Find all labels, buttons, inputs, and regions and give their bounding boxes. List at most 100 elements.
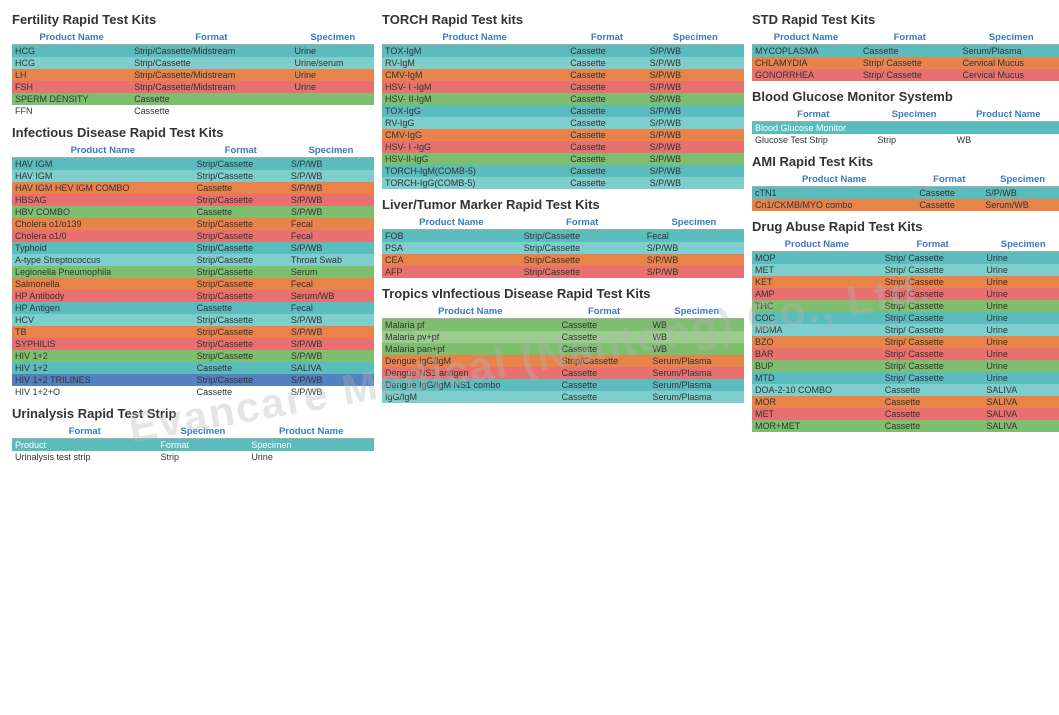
infectious-header-product: Product Name — [12, 144, 194, 158]
cell: Urine — [983, 252, 1059, 265]
torch-title: TORCH Rapid Test kits — [382, 12, 744, 27]
table-row: TOX-IgMCassetteS/P/WB — [382, 45, 744, 58]
cell: Serum/WB — [288, 290, 374, 302]
cell: MET — [752, 264, 882, 276]
tropics-header-product: Product Name — [382, 305, 559, 319]
cell: S/P/WB — [647, 81, 744, 93]
cell: Strip/Cassette/Midstream — [131, 69, 291, 81]
cell: S/P/WB — [288, 170, 374, 182]
cell: TOX-IgG — [382, 105, 567, 117]
cell: Cassette — [559, 319, 650, 332]
cell: S/P/WB — [647, 105, 744, 117]
cell: S/P/WB — [647, 129, 744, 141]
cell: Urine — [983, 276, 1059, 288]
table-row: HCGStrip/CassetteUrine/serum — [12, 57, 374, 69]
cell: SALIVA — [983, 384, 1059, 396]
table-row: Malaria pfCassetteWB — [382, 319, 744, 332]
cell: Strip/ Cassette — [860, 57, 960, 69]
torch-header-product: Product Name — [382, 31, 567, 45]
cell: Strip/ Cassette — [882, 312, 984, 324]
std-header-specimen: Specimen — [960, 31, 1059, 45]
cell: Urine — [983, 312, 1059, 324]
cell: SALIVA — [983, 420, 1059, 432]
table-row: HSV- II-IgMCassetteS/P/WB — [382, 93, 744, 105]
cell: Cassette — [131, 105, 291, 117]
cell: KET — [752, 276, 882, 288]
bg-header-format: Format — [752, 108, 875, 122]
cell: RV-IgM — [382, 57, 567, 69]
cell-specimen: Urine — [248, 451, 374, 463]
cell: FOB — [382, 230, 521, 243]
table-row: AMPStrip/ CassetteUrine — [752, 288, 1059, 300]
cell: Serum/Plasma — [960, 45, 1059, 58]
table-row: LHStrip/Cassette/MidstreamUrine — [12, 69, 374, 81]
std-header-product: Product Name — [752, 31, 860, 45]
table-row: KETStrip/ CassetteUrine — [752, 276, 1059, 288]
cell: HSV- II-IgM — [382, 93, 567, 105]
table-row: BARStrip/ CassetteUrine — [752, 348, 1059, 360]
table-row: FSHStrip/Cassette/MidstreamUrine — [12, 81, 374, 93]
cell-format: Strip — [157, 451, 248, 463]
table-row: PSAStrip/CassetteS/P/WB — [382, 242, 744, 254]
cell: Strip/Cassette — [194, 266, 288, 278]
column-2: TORCH Rapid Test kits Product Name Forma… — [378, 8, 748, 473]
cell: HP Antigen — [12, 302, 194, 314]
cell: SYPHILIS — [12, 338, 194, 350]
table-row: METCassetteSALIVA — [752, 408, 1059, 420]
cell: Urine — [983, 348, 1059, 360]
cell: Cassette — [567, 69, 646, 81]
cell: Cassette — [131, 93, 291, 105]
cell: BUP — [752, 360, 882, 372]
cell: Fecal — [288, 278, 374, 290]
infectious-title: Infectious Disease Rapid Test Kits — [12, 125, 374, 140]
table-row: Legionella PneumophilaStrip/CassetteSeru… — [12, 266, 374, 278]
cell: S/P/WB — [288, 374, 374, 386]
cell: S/P/WB — [647, 141, 744, 153]
table-row: TBStrip/CassetteS/P/WB — [12, 326, 374, 338]
cell: Strip/ Cassette — [882, 276, 984, 288]
page: Fertility Rapid Test Kits Product Name F… — [0, 0, 1059, 481]
cell: Dengue NS1 antigen — [382, 367, 559, 379]
cell — [292, 105, 374, 117]
cell: Urine — [292, 45, 374, 58]
infectious-table: Product Name Format Specimen HAV IGMStri… — [12, 144, 374, 398]
fertility-header-product: Product Name — [12, 31, 131, 45]
cell: Cassette — [567, 177, 646, 189]
table-row: FOBStrip/CassetteFecal — [382, 230, 744, 243]
cell: Cassette — [194, 302, 288, 314]
cell: GONORRHEA — [752, 69, 860, 81]
table-row: Malaria pan+pfCassetteWB — [382, 343, 744, 355]
cell: RV-IgG — [382, 117, 567, 129]
cell: Cholera o1/0 — [12, 230, 194, 242]
bloodglucose-title: Blood Glucose Monitor Systemb — [752, 89, 1059, 104]
cell: Dengue IgG/IgM NS1 combo — [382, 379, 559, 391]
infectious-header-specimen: Specimen — [288, 144, 374, 158]
cell: S/P/WB — [647, 69, 744, 81]
cell: LH — [12, 69, 131, 81]
bloodglucose-table: Format Specimen Product Name Blood Gluco… — [752, 108, 1059, 146]
ami-header-specimen: Specimen — [982, 173, 1059, 187]
cell: Urine — [292, 81, 374, 93]
fertility-header-format: Format — [131, 31, 291, 45]
tropics-table: Product Name Format Specimen Malaria pfC… — [382, 305, 744, 403]
table-row: THCStrip/ CassetteUrine — [752, 300, 1059, 312]
table-row: HP AntigenCassetteFecal — [12, 302, 374, 314]
cell: Cassette — [567, 165, 646, 177]
cell: S/P/WB — [288, 386, 374, 398]
cell: Cassette — [916, 187, 982, 200]
cell: S/P/WB — [288, 182, 374, 194]
cell: Strip/Cassette — [194, 218, 288, 230]
cell: Serum/Plasma — [650, 355, 745, 367]
cell: MET — [752, 408, 882, 420]
cell: cTN1 — [752, 187, 916, 200]
cell: Serum/WB — [982, 199, 1059, 211]
table-row: HCVStrip/CassetteS/P/WB — [12, 314, 374, 326]
cell: HCG — [12, 45, 131, 58]
cell: Strip/ Cassette — [882, 372, 984, 384]
cell: Strip/Cassette — [194, 254, 288, 266]
table-row: BZOStrip/ CassetteUrine — [752, 336, 1059, 348]
cell: A-type Streptococcus — [12, 254, 194, 266]
cell: Cassette — [567, 105, 646, 117]
torch-table: Product Name Format Specimen TOX-IgMCass… — [382, 31, 744, 189]
cell: Strip/Cassette — [559, 355, 650, 367]
